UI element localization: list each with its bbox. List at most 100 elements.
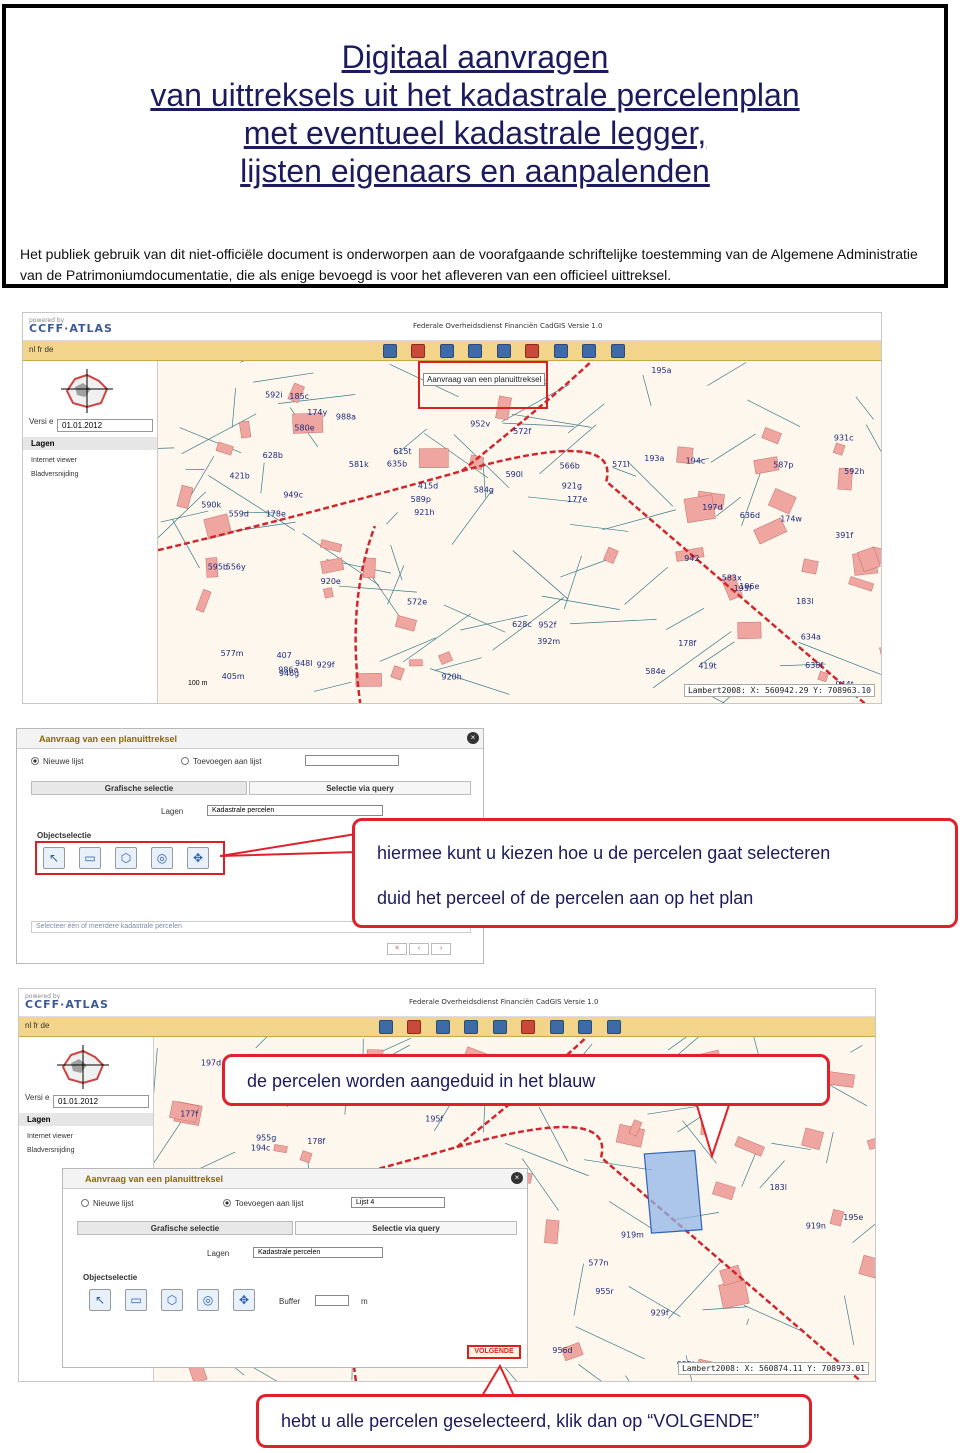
pan-tool-icon[interactable]: ✥ (233, 1289, 255, 1311)
layer-select[interactable]: Kadastrale percelen (207, 805, 383, 816)
language-bar[interactable]: nl fr de (29, 345, 53, 354)
dialog-nav-buttons: × ‹ › (387, 937, 453, 955)
pointer-tool-icon[interactable]: ↖ (89, 1289, 111, 1311)
selected-parcel[interactable] (643, 1149, 703, 1234)
parcel-label: 587p (773, 461, 793, 470)
toolbar-tool-icon[interactable] (525, 344, 540, 358)
radio-new-list[interactable]: Nieuwe lijst (81, 1199, 133, 1208)
parcel-label: 178f (307, 1137, 325, 1146)
parcel-label: 986a (278, 665, 298, 674)
volgende-button[interactable]: VOLGENDE (467, 1345, 521, 1359)
buffer-input[interactable] (315, 1295, 349, 1306)
tab-query-selection[interactable]: Selectie via query (249, 781, 471, 795)
list-select[interactable] (305, 755, 399, 766)
radio-icon[interactable] (223, 1199, 231, 1207)
parcel-label: 556y (226, 563, 246, 572)
radio-icon[interactable] (81, 1199, 89, 1207)
layer-item-internet-viewer[interactable]: Internet viewer (31, 457, 77, 464)
parcel-label: 193a (644, 454, 664, 463)
buffer-unit: m (361, 1297, 368, 1306)
close-icon[interactable]: × (511, 1172, 523, 1184)
pan-tool-icon[interactable]: ✥ (187, 847, 209, 869)
building-shape (419, 448, 449, 468)
parcel-label: 592i (265, 390, 282, 399)
toolbar-tool-icon[interactable] (379, 1020, 393, 1034)
list-select[interactable]: Lijst 4 (351, 1197, 445, 1208)
layer-item-bladversnijding[interactable]: Bladversnijding (31, 471, 78, 478)
radio-new-list[interactable]: Nieuwe lijst (31, 757, 83, 766)
scale-bar: 100 m (188, 680, 208, 687)
callout-pointer (220, 832, 357, 857)
radio-icon[interactable] (181, 757, 189, 765)
callout-pointer (694, 1101, 732, 1160)
callout-click-volgende: hebt u alle percelen geselecteerd, klik … (256, 1394, 812, 1448)
toolbar-tool-icon[interactable] (407, 1020, 422, 1034)
toolbar-tool-icon[interactable] (549, 1020, 564, 1034)
cancel-icon[interactable]: × (387, 943, 407, 955)
circle-select-icon[interactable]: ◎ (151, 847, 173, 869)
parcel-label: 566b (560, 461, 580, 470)
toolbar-tool-icon[interactable] (521, 1020, 536, 1034)
request-extract-icon[interactable] (496, 344, 511, 358)
pointer-tool-icon[interactable]: ↖ (43, 847, 65, 869)
parcel-label: 183l (796, 597, 813, 606)
parcel-label: 955r (595, 1287, 614, 1296)
rectangle-select-icon[interactable]: ▭ (125, 1289, 147, 1311)
tab-graphic-selection[interactable]: Grafische selectie (31, 781, 247, 795)
layer-select[interactable]: Kadastrale percelen (253, 1247, 383, 1258)
toolbar-tool-icon[interactable] (468, 344, 483, 358)
previous-icon[interactable]: ‹ (409, 943, 429, 955)
close-icon[interactable]: × (467, 732, 479, 744)
toolbar-tool-icon[interactable] (553, 344, 568, 358)
parcel-label: 931c (834, 434, 854, 443)
cadastral-map[interactable]: 952f 952v 949c 920h 920e 921g 921h 929f 931c 942 1… (158, 361, 881, 703)
language-bar[interactable]: nl fr de (25, 1021, 49, 1030)
parcel-label: 174w (780, 514, 802, 523)
parcel-label: 929f (651, 1309, 669, 1318)
toolbar-tool-icon[interactable] (582, 344, 597, 358)
callout-line-2: duid het perceel of de percelen aan op h… (377, 888, 754, 908)
callout-selection-help: hiermee kunt u kiezen hoe u de percelen … (352, 818, 958, 928)
app-toolbar: nl fr de (19, 1017, 875, 1037)
parcel-label: 589p (411, 495, 431, 504)
callout-pointer (480, 1364, 516, 1397)
parcel-label: 421b (230, 472, 250, 481)
parcel-label: 584g (474, 486, 494, 495)
next-icon[interactable]: › (431, 943, 451, 955)
parcel-label: 195f (425, 1114, 443, 1123)
rectangle-select-icon[interactable]: ▭ (79, 847, 101, 869)
lagen-label: Lagen (207, 1249, 230, 1258)
layer-item-internet-viewer[interactable]: Internet viewer (27, 1133, 73, 1140)
request-extract-icon[interactable] (492, 1020, 507, 1034)
radio-add-to-list[interactable]: Toevoegen aan lijst (181, 757, 262, 766)
app-title: Federale Overheidsdienst Financiën CadGI… (409, 998, 599, 1006)
toolbar-tool-icon[interactable] (435, 1020, 450, 1034)
toolbar-tool-icon[interactable] (383, 344, 397, 358)
app-toolbar: nl fr de (23, 341, 881, 361)
toolbar-tool-icon[interactable] (578, 1020, 593, 1034)
polygon-select-icon[interactable]: ⬡ (115, 847, 137, 869)
toolbar-tool-icon[interactable] (464, 1020, 479, 1034)
radio-add-to-list[interactable]: Toevoegen aan lijst (223, 1199, 304, 1208)
parcel-label: 920h (442, 672, 462, 681)
info-icon[interactable] (606, 1020, 621, 1034)
app-topbar: powered by CCFF·ATLAS Federale Overheidsd… (23, 313, 881, 341)
layer-item-bladversnijding[interactable]: Bladversnijding (27, 1147, 74, 1154)
version-date-select[interactable]: 01.01.2012 (53, 1095, 149, 1108)
parcel-label: 584e (645, 667, 665, 676)
circle-select-icon[interactable]: ◎ (197, 1289, 219, 1311)
toolbar-tool-icon[interactable] (411, 344, 426, 358)
layers-header: Lagen (19, 1113, 153, 1126)
parcel-label: 178f (678, 639, 696, 648)
tab-query-selection[interactable]: Selectie via query (295, 1221, 517, 1235)
parcel-label: 178e (266, 510, 286, 519)
radio-icon[interactable] (31, 757, 39, 765)
tab-graphic-selection[interactable]: Grafische selectie (77, 1221, 293, 1235)
info-icon[interactable] (610, 344, 625, 358)
parcel-label: 581k (349, 460, 369, 469)
version-date-select[interactable]: 01.01.2012 (57, 419, 153, 432)
parcel-label: 183l (770, 1183, 787, 1192)
toolbar-tool-icon[interactable] (439, 344, 454, 358)
map-canvas[interactable]: 952f 952v 949c 920h 920e 921g 921h 929f 931c 942 1… (158, 361, 881, 703)
polygon-select-icon[interactable]: ⬡ (161, 1289, 183, 1311)
